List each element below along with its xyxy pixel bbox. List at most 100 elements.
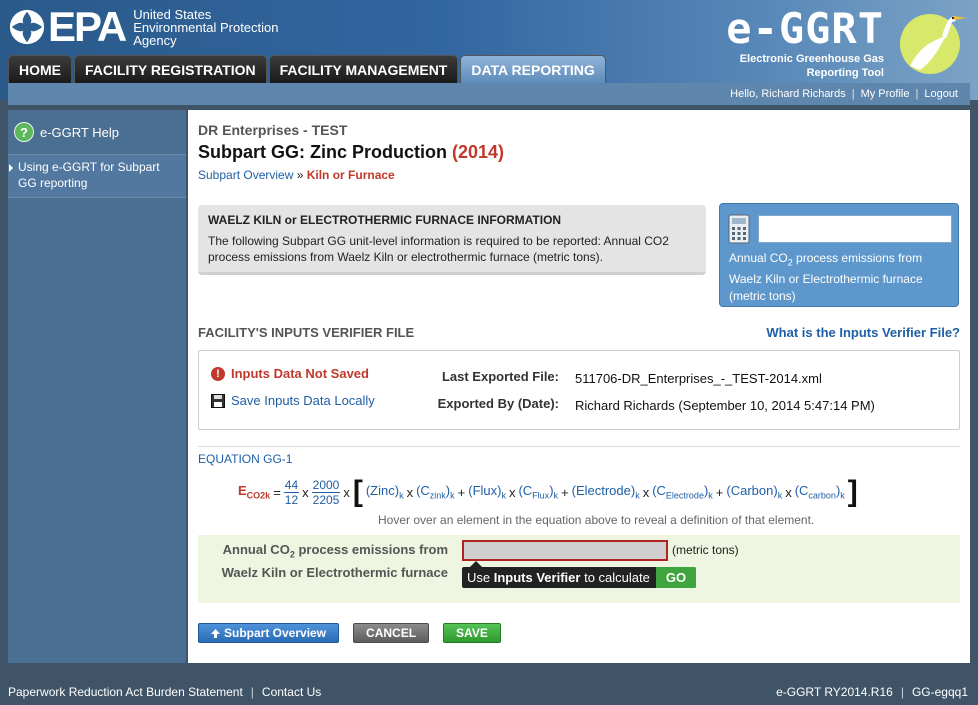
emissions-summary-box: Annual CO2 process emissions from Waelz …	[719, 203, 959, 307]
save-inputs-locally-link[interactable]: Save Inputs Data Locally	[231, 393, 375, 408]
userbar-separator: |	[851, 88, 855, 100]
summary-emissions-label: Annual CO2 process emissions from Waelz …	[729, 250, 954, 305]
organization-name: DR Enterprises - TEST	[198, 122, 348, 138]
epa-wordmark: EPA	[48, 3, 127, 50]
verifier-section-title: FACILITY'S INPUTS VERIFIER FILE	[198, 325, 415, 340]
screen-id: GG-egqq1	[911, 685, 968, 699]
arrow-up-icon	[211, 628, 220, 638]
page-title: Subpart GG: Zinc Production (2014)	[198, 142, 504, 163]
verifier-panel: ! Inputs Data Not Saved Save Inputs Data…	[198, 350, 960, 430]
eq-fraction-44-12[interactable]: 44 12	[283, 477, 300, 507]
what-is-verifier-link[interactable]: What is the Inputs Verifier File?	[766, 325, 960, 340]
eq-k: k	[840, 490, 845, 501]
tab-data-reporting[interactable]: DATA REPORTING	[460, 55, 606, 83]
save-button[interactable]: SAVE	[443, 623, 501, 643]
footer-links: Paperwork Reduction Act Burden Statement…	[8, 685, 321, 699]
eq-czink-sub: zink	[429, 490, 446, 501]
contact-us-link[interactable]: Contact Us	[262, 685, 321, 699]
unit-information-box: WAELZ KILN or ELECTROTHERMIC FURNACE INF…	[198, 205, 706, 275]
eq-times: x	[406, 484, 414, 500]
user-bar: Hello, Richard Richards | My Profile | L…	[8, 83, 970, 105]
eq-ccarbon-sub: carbon	[808, 490, 836, 501]
sidebar-item-subpart-gg-guide[interactable]: Using e-GGRT for Subpart GG reporting	[8, 154, 186, 198]
user-greeting: Hello, Richard Richards	[730, 88, 846, 100]
epa-flower-icon	[9, 9, 45, 45]
eq-E-subscript: CO2k	[246, 490, 271, 501]
eq-zinc-text: (Zinc)	[365, 483, 400, 499]
eq-equals: =	[273, 484, 281, 500]
emissions-result-area: Annual CO2 process emissions from Waelz …	[198, 535, 960, 603]
eq-czink[interactable]: (Czink)k	[416, 483, 455, 501]
eq-f1-num: 44	[283, 477, 300, 493]
result-label-part: Annual CO	[222, 542, 290, 557]
exported-by-value: Richard Richards (September 10, 2014 5:4…	[575, 398, 875, 413]
help-icon: ?	[14, 122, 34, 142]
floppy-disk-icon	[211, 393, 225, 408]
eq-celectrode-text: (C	[652, 483, 666, 499]
agency-line-3: Agency	[133, 32, 177, 48]
footer-version: e-GGRT RY2014.R16 | GG-egqq1	[776, 685, 968, 699]
calculator-icon	[728, 214, 750, 244]
eq-zinc[interactable]: (Zinc)k	[366, 483, 404, 501]
eq-fraction-2000-2205[interactable]: 2000 2205	[311, 478, 341, 507]
eq-cflux[interactable]: (CFlux)k	[518, 483, 558, 501]
logout-link[interactable]: Logout	[924, 88, 958, 100]
breadcrumb-subpart-overview[interactable]: Subpart Overview	[198, 168, 293, 182]
eggrt-subtitle-line-1: Electronic Greenhouse Gas	[739, 53, 884, 65]
breadcrumb-current: Kiln or Furnace	[306, 168, 395, 182]
eq-k: k	[635, 490, 640, 501]
tab-facility-management[interactable]: FACILITY MANAGEMENT	[268, 55, 459, 83]
tab-facility-registration[interactable]: FACILITY REGISTRATION	[74, 55, 267, 83]
eq-celectrode-sub: Electrode	[665, 490, 704, 501]
egret-bird-icon	[900, 14, 966, 74]
footer-separator: |	[900, 685, 904, 699]
eq-k: k	[450, 490, 455, 501]
eq-plus: +	[561, 484, 569, 500]
eq-electrode-text: (Electrode)	[571, 483, 636, 499]
eq-f1-den: 12	[284, 492, 299, 507]
exported-by-label: Exported By (Date):	[437, 396, 559, 411]
eq-cflux-sub: Flux	[532, 490, 550, 501]
eq-flux[interactable]: (Flux)k	[468, 483, 506, 501]
my-profile-link[interactable]: My Profile	[861, 88, 910, 100]
sidebar-help-label: e-GGRT Help	[40, 124, 119, 140]
annual-co2-emissions-input[interactable]	[462, 540, 668, 561]
info-box-text: The following Subpart GG unit-level info…	[208, 234, 669, 264]
eq-ECO2k[interactable]: ECO2k	[238, 483, 270, 501]
save-inputs-row: Save Inputs Data Locally	[211, 393, 375, 408]
epa-logo[interactable]: EPA United States Environmental Protecti…	[8, 4, 279, 50]
equation-title: EQUATION GG-1	[198, 452, 293, 466]
summary-label-part: Annual CO	[729, 251, 788, 265]
eq-czink-text: (C	[416, 483, 430, 499]
eq-k: k	[553, 490, 559, 501]
equation-panel: EQUATION GG-1 ECO2k = 44 12 x 2000 2205 x …	[198, 446, 960, 603]
eq-electrode[interactable]: (Electrode)k	[572, 483, 640, 501]
page-title-text: Subpart GG: Zinc Production	[198, 142, 447, 162]
action-buttons: Subpart Overview CANCEL SAVE	[198, 623, 501, 643]
eq-ccarbon[interactable]: (Ccarbon)k	[795, 483, 845, 501]
equation-formula: ECO2k = 44 12 x 2000 2205 x [ (Zinc)k x (C…	[238, 475, 858, 509]
eq-carbon[interactable]: (Carbon)k	[726, 483, 782, 501]
info-box-title: WAELZ KILN or ELECTROTHERMIC FURNACE INF…	[208, 213, 562, 227]
paperwork-reduction-link[interactable]: Paperwork Reduction Act Burden Statement	[8, 685, 243, 699]
tab-home[interactable]: HOME	[8, 55, 72, 83]
subpart-overview-button[interactable]: Subpart Overview	[198, 623, 340, 643]
eq-times: x	[302, 484, 309, 500]
reporting-year: (2014)	[452, 142, 505, 162]
page-footer: Paperwork Reduction Act Burden Statement…	[0, 680, 978, 705]
eggrt-subtitle-line-2: Reporting Tool	[806, 67, 884, 79]
go-button[interactable]: GO	[655, 567, 697, 588]
breadcrumb-separator: »	[293, 168, 307, 182]
eggrt-wordmark: e-GGRT	[726, 4, 884, 53]
eq-celectrode[interactable]: (CElectrode)k	[652, 483, 713, 501]
eq-times: x	[343, 484, 350, 500]
cancel-button[interactable]: CANCEL	[353, 623, 430, 643]
eq-E: E	[238, 483, 247, 499]
summary-emissions-value	[758, 215, 952, 243]
metric-tons-unit: (metric tons)	[672, 543, 739, 557]
main-content: DR Enterprises - TEST Subpart GG: Zinc P…	[188, 110, 970, 663]
main-nav: HOME FACILITY REGISTRATION FACILITY MANA…	[8, 55, 606, 83]
app-version: e-GGRT RY2014.R16	[776, 685, 893, 699]
eq-times: x	[785, 484, 792, 500]
sidebar-item-help[interactable]: ? e-GGRT Help	[8, 110, 186, 150]
